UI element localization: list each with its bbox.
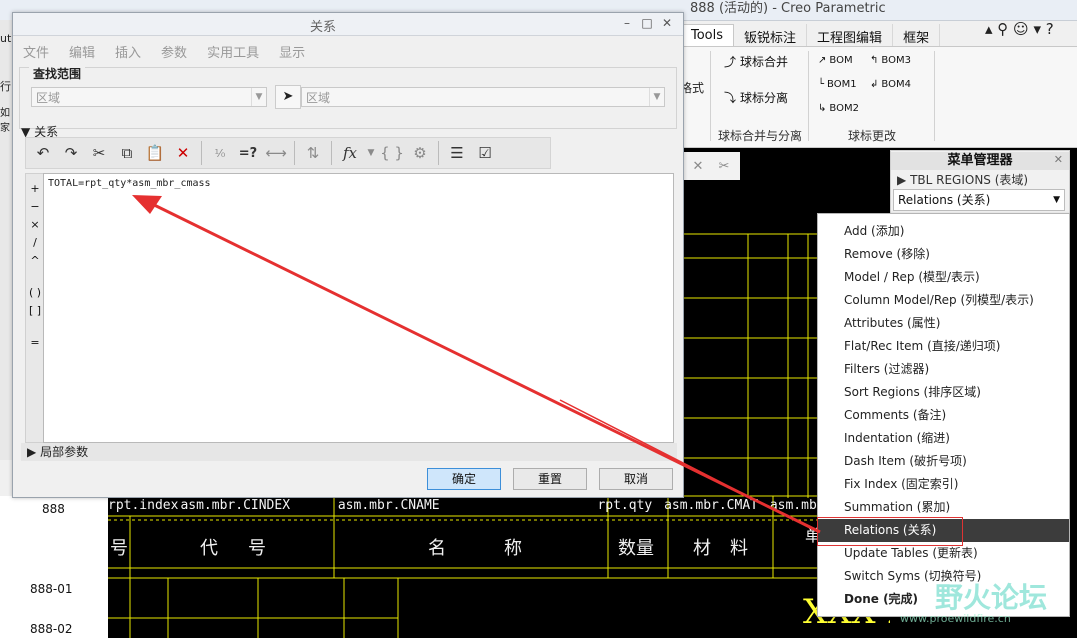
forum-watermark-url: www.proewildfire.cn (900, 612, 1011, 625)
annotation-arrows (132, 195, 821, 534)
forum-watermark-logo: 野火论坛 (935, 581, 1048, 614)
